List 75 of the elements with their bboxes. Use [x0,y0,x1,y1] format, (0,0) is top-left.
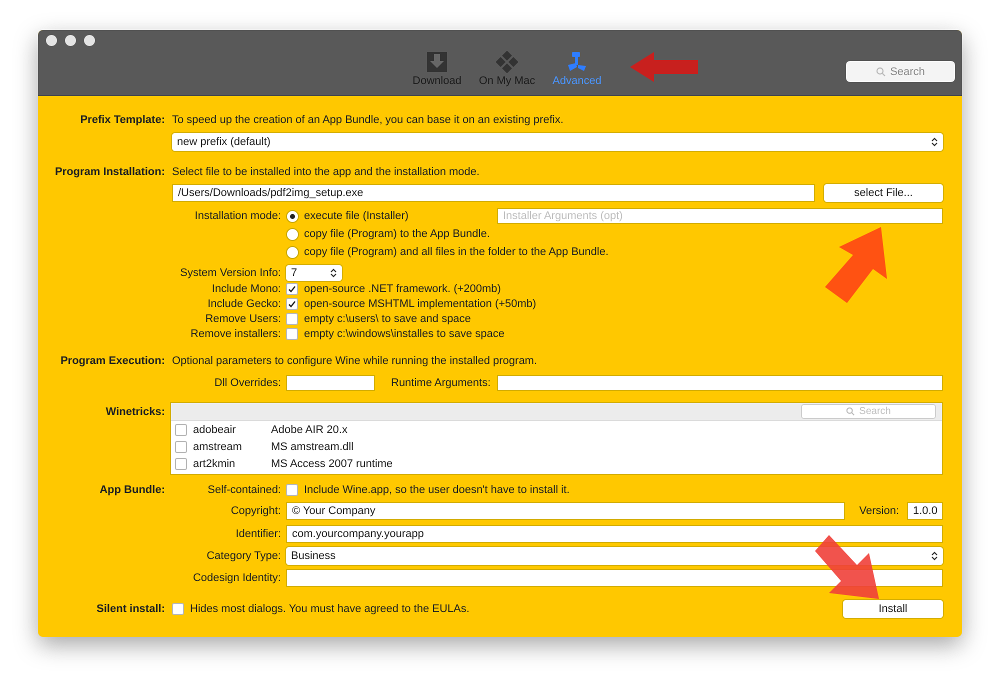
runtime-arguments-field[interactable] [496,375,943,391]
checkbox[interactable] [286,312,298,324]
file-path-field[interactable]: /Users/Downloads/pdf2img_setup.exe [172,184,815,202]
package-name: art2kmin [193,458,236,470]
package-name: amstream [193,440,243,452]
field-label: Version: [859,505,899,517]
diamond-squares-icon [496,51,518,73]
field-label: Codesign Identity: [192,572,281,584]
radio-label: copy file (Program) to the App Bundle. [304,228,490,240]
package-description: MS Access 2007 runtime [271,458,393,470]
copyright-field[interactable]: © Your Company [286,502,846,520]
checkbox-label: Include Wine.app, so the user doesn't have to install it. [304,484,570,496]
radio-button[interactable] [286,210,299,222]
close-window-button[interactable] [46,35,57,46]
field-label: Self-contained: [206,484,281,496]
field-label: Remove installers: [190,328,281,340]
section-label: Winetricks: [104,406,165,418]
minimize-window-button[interactable] [65,35,76,46]
tools-icon [566,51,588,73]
select-file-button[interactable]: select File... [824,184,943,202]
zoom-window-button[interactable] [84,35,95,46]
radio-button[interactable] [286,246,299,258]
prefix-select[interactable]: new prefix (default) [172,133,943,151]
field-label: Identifier: [234,528,281,540]
checkbox-label: Hides most dialogs. You must have agreed to the EULAs. [190,603,470,615]
arrow-drawing [815,535,879,599]
dll-overrides-field[interactable] [286,375,375,391]
system-version-select[interactable]: 7 [286,265,342,281]
search-icon [846,407,856,416]
checkbox[interactable] [286,328,298,340]
codesign-identity-field[interactable] [286,569,943,587]
field-label: Remove Users: [204,312,281,324]
field-label: Copyright: [230,505,281,517]
section-label: Prefix Template: [79,114,165,126]
updown-arrows-icon [931,551,938,561]
field-label: Include Gecko: [206,298,281,310]
category-select[interactable]: Business [286,547,943,565]
package-description: Adobe AIR 20.x [271,424,348,436]
checkbox[interactable] [175,458,187,470]
section-label: App Bundle: [98,484,165,496]
package-description: MS amstream.dll [271,440,354,452]
field-label: Installation mode: [194,210,281,222]
field-label: Include Mono: [210,282,281,294]
search-icon [876,66,886,76]
section-description: Select file to be installed into the app and the installation mode. [172,166,480,178]
identifier-field[interactable]: com.yourcompany.yourapp [286,525,943,543]
field-label: Runtime Arguments: [391,377,491,389]
checkbox[interactable] [175,424,187,436]
checkbox[interactable] [286,282,298,294]
checkbox[interactable] [286,298,298,310]
checkbox-label: open-source .NET framework. (+200mb) [304,282,501,294]
updown-arrows-icon [330,268,337,278]
checkbox[interactable] [175,440,187,452]
checkbox[interactable] [172,603,184,615]
checkbox[interactable] [286,484,298,496]
package-name: adobeair [193,424,237,436]
section-label: Program Execution: [59,355,165,367]
updown-arrows-icon [931,137,938,147]
field-label: System Version Info: [179,267,281,279]
radio-label: execute file (Installer) [304,210,409,222]
radio-button[interactable] [286,228,299,240]
section-label: Silent install: [96,603,165,615]
section-description: Optional parameters to configure Wine while running the installed program. [172,355,538,367]
checkbox-label: open-source MSHTML implementation (+50mb) [304,298,536,310]
field-label: Category Type: [206,550,281,562]
arrow-drawing [630,52,698,82]
checkbox-label: empty c:\windows\installes to save space [304,328,505,340]
install-button[interactable]: Install [843,600,943,618]
download-icon [426,51,448,73]
section-label: Program Installation: [54,166,165,178]
section-description: To speed up the creation of an App Bundle, you can base it on an existing prefix. [172,114,564,126]
checkbox-label: empty c:\users\ to save and space [304,312,471,324]
radio-label: copy file (Program) and all files in the folder to the App Bundle. [304,246,609,258]
version-field[interactable]: 1.0.0 [907,502,943,520]
field-label: Dll Overrides: [213,377,281,389]
